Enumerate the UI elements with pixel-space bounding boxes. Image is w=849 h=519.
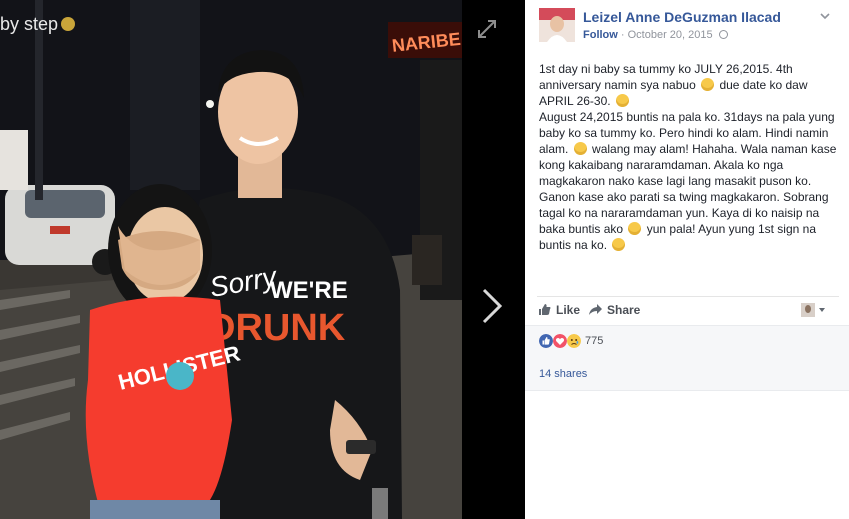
share-button[interactable]: Share bbox=[589, 303, 640, 317]
share-arrow-icon bbox=[589, 304, 602, 315]
photo-scene: NARIBE Sorry WE'RE DRUNK HOLLISTER bbox=[0, 0, 462, 519]
post-date[interactable]: October 20, 2015 bbox=[628, 29, 713, 41]
post-paragraph-1: 1st day ni baby sa tummy ko JULY 26,2015… bbox=[539, 61, 839, 109]
author-avatar[interactable] bbox=[539, 8, 575, 42]
like-button[interactable]: Like bbox=[538, 303, 580, 317]
post-text: 1st day ni baby sa tummy ko JULY 26,2015… bbox=[539, 61, 839, 253]
globe-icon bbox=[718, 30, 728, 39]
caption-peek-text: by step bbox=[0, 14, 59, 34]
like-reaction-icon bbox=[539, 334, 553, 348]
meta-separator: · bbox=[620, 29, 625, 41]
action-bar: Like Share bbox=[537, 296, 839, 323]
post-panel: Leizel Anne DeGuzman Ilacad Follow · Oct… bbox=[525, 0, 849, 519]
chevron-down-icon[interactable] bbox=[819, 10, 831, 22]
author-name-link[interactable]: Leizel Anne DeGuzman Ilacad bbox=[583, 9, 781, 25]
post-photo[interactable]: NARIBE Sorry WE'RE DRUNK HOLLISTER bbox=[0, 0, 462, 519]
laughing-emoji-icon bbox=[701, 78, 715, 91]
share-label: Share bbox=[607, 303, 641, 317]
sad-reaction-icon bbox=[567, 334, 581, 348]
smile-emoji-icon bbox=[573, 142, 587, 155]
caption-peek: by step bbox=[0, 14, 76, 35]
viewer-side-strip bbox=[462, 0, 525, 519]
smile-emoji-icon bbox=[615, 94, 629, 107]
expand-icon[interactable] bbox=[476, 18, 498, 40]
thumbs-up-icon bbox=[539, 304, 551, 315]
shirt-text-were: WE'RE bbox=[270, 277, 348, 304]
love-reaction-icon bbox=[553, 334, 567, 348]
shares-count-link[interactable]: 14 shares bbox=[539, 368, 587, 380]
reactions-bar[interactable]: 775 bbox=[525, 325, 849, 358]
smile-emoji-icon bbox=[612, 238, 626, 251]
post-as-selector[interactable] bbox=[801, 302, 827, 318]
photo-viewer: NARIBE Sorry WE'RE DRUNK HOLLISTER bbox=[0, 0, 525, 519]
post-paragraph-2: August 24,2015 buntis na pala ko. 31days… bbox=[539, 109, 839, 253]
like-label: Like bbox=[556, 303, 581, 317]
laughing-emoji-icon bbox=[628, 222, 642, 235]
shares-bar: 14 shares bbox=[525, 357, 849, 391]
reaction-count[interactable]: 775 bbox=[585, 335, 603, 347]
smile-emoji-icon bbox=[61, 17, 76, 31]
post-meta: Follow · October 20, 2015 bbox=[583, 29, 728, 41]
next-photo-arrow-icon[interactable] bbox=[478, 286, 506, 326]
follow-link[interactable]: Follow bbox=[583, 29, 618, 41]
